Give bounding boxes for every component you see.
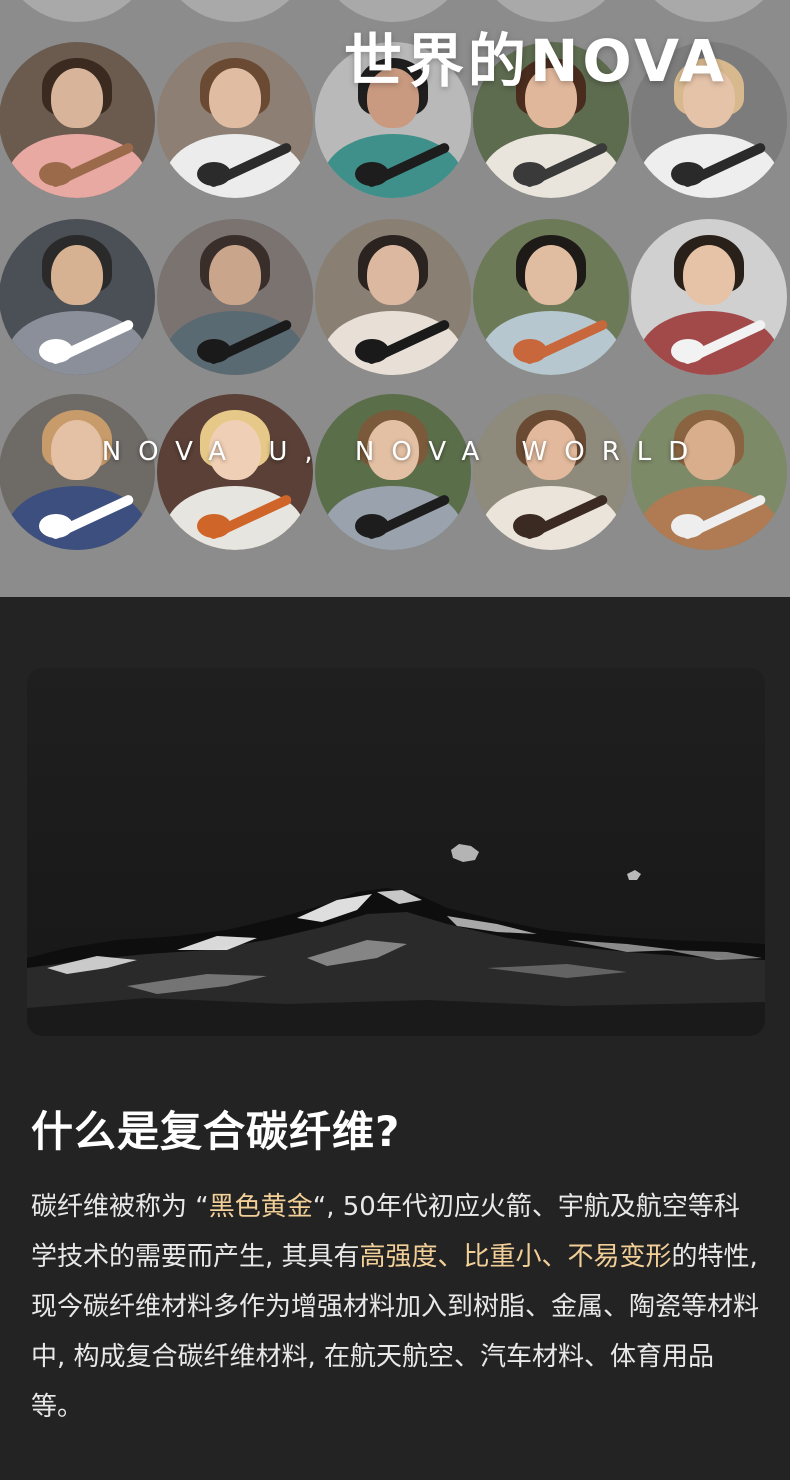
player-avatar [0,42,155,198]
player-avatar [473,394,629,550]
highlight-properties: 高强度、比重小、不易变形 [359,1242,672,1272]
player-avatar-partial [0,0,155,22]
player-avatar [0,394,155,550]
player-gallery: 世界的NOVA NOVA U, NOVA WORLD [0,0,790,597]
gallery-title: 世界的NOVA [343,27,728,95]
player-avatar [631,394,787,550]
player-avatar [0,219,155,375]
mountain-illustration [27,668,765,1036]
player-avatar [315,394,471,550]
paragraph-text-1: 碳纤维被称为 “ [31,1192,209,1222]
player-avatar [631,219,787,375]
carbon-fiber-landscape-image [27,668,765,1036]
carbon-fiber-description: 碳纤维被称为 “黑色黄金“, 50年代初应火箭、宇航及航空等科学技术的需要而产生… [31,1182,761,1432]
gallery-subtitle: NOVA U, NOVA WORLD [101,437,706,467]
player-avatar [315,219,471,375]
section-title: 什么是复合碳纤维? [31,1107,401,1156]
player-avatar [473,219,629,375]
highlight-black-gold: 黑色黄金 [208,1192,313,1222]
player-avatar [157,219,313,375]
page: 世界的NOVA NOVA U, NOVA WORLD 什么是复合碳纤维? 碳纤维… [0,0,790,1480]
player-avatar-partial [157,0,313,22]
player-avatar [157,394,313,550]
player-avatar [157,42,313,198]
